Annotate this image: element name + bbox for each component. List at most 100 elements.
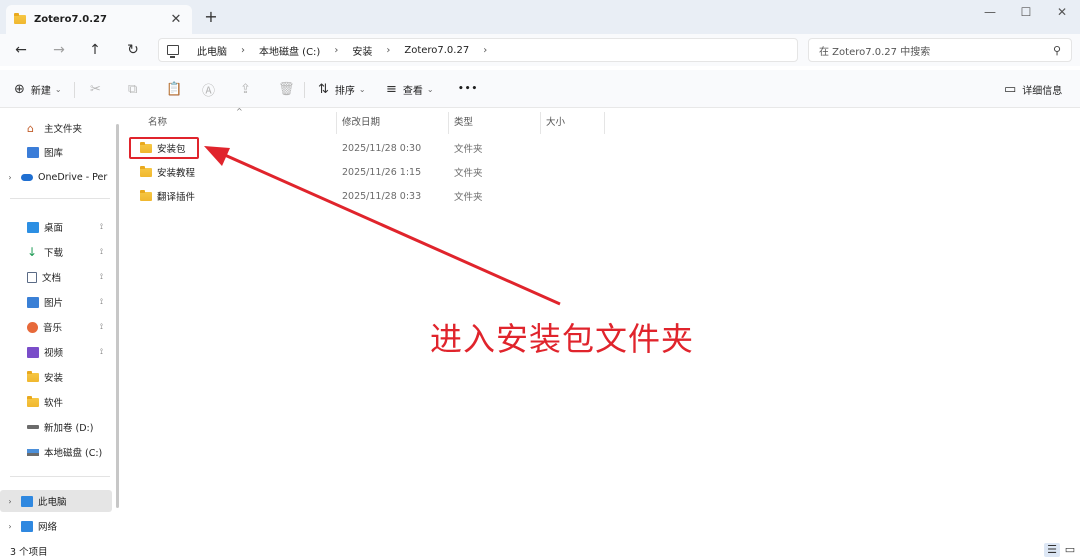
sidebar-divider [10, 476, 110, 477]
expand-chevron-icon[interactable]: › [4, 497, 16, 506]
tiles-view-button[interactable]: ▭ [1062, 543, 1078, 557]
more-icon: ••• [458, 84, 479, 94]
clipboard-icon: 📋 [166, 81, 183, 97]
tab-title: Zotero7.0.27 [34, 14, 107, 25]
sidebar-divider [10, 198, 110, 199]
breadcrumb-item[interactable]: 安装 [352, 43, 372, 58]
column-header-modified[interactable]: 修改日期 [342, 114, 380, 128]
sidebar-item-downloads[interactable]: ↓ 下载 ⟟ [0, 241, 112, 263]
video-icon [27, 346, 39, 358]
expand-chevron-icon[interactable]: › [4, 173, 16, 182]
this-pc-icon [21, 495, 33, 507]
sidebar-item-label: 文档 [42, 273, 62, 284]
search-input[interactable]: 在 Zotero7.0.27 中搜索 ⚲ [808, 38, 1072, 62]
breadcrumb[interactable]: 此电脑 › 本地磁盘 (C:) › 安装 › Zotero7.0.27 › [158, 38, 798, 62]
sidebar-item-label: 音乐 [43, 323, 63, 334]
column-divider[interactable] [604, 112, 605, 134]
details-label: 详细信息 [1022, 85, 1063, 97]
details-pane-button[interactable]: ▭ 详细信息 [1004, 80, 1062, 98]
sidebar-scrollbar[interactable] [116, 124, 119, 508]
highlight-box [129, 137, 199, 159]
sidebar-item-label: 安装 [44, 373, 64, 384]
breadcrumb-item[interactable]: 本地磁盘 (C:) [259, 43, 320, 58]
sidebar-item-gallery[interactable]: 图库 [0, 141, 112, 163]
paste-button[interactable]: 📋 [166, 80, 188, 98]
file-row[interactable]: 安装包 2025/11/28 0:30 文件夹 [130, 137, 620, 159]
refresh-button[interactable]: ↻ [122, 40, 144, 60]
sidebar-item-label: 软件 [44, 398, 64, 409]
file-name: 安装教程 [157, 168, 196, 179]
folder-icon [140, 165, 152, 177]
view-label: 查看 [402, 85, 423, 97]
sidebar-item-drive-d[interactable]: 新加卷 (D:) [0, 416, 112, 438]
pin-icon: ⟟ [100, 322, 103, 331]
sidebar-item-label: 视频 [44, 348, 64, 359]
sort-ascending-icon: ^ [236, 107, 243, 116]
column-divider[interactable] [540, 112, 541, 134]
details-view-button[interactable]: ☰ [1044, 543, 1060, 557]
maximize-button[interactable]: ☐ [1010, 0, 1042, 24]
title-bar: Zotero7.0.27 ✕ + — ☐ ✕ [0, 0, 1080, 34]
sidebar-item-videos[interactable]: 视频 ⟟ [0, 341, 112, 363]
tab-close-icon[interactable]: ✕ [168, 12, 184, 27]
up-button[interactable]: ↑ [84, 40, 106, 60]
this-pc-icon [167, 45, 179, 58]
sidebar-item-label: 主文件夹 [44, 124, 83, 135]
delete-button[interactable]: 🗑 [278, 80, 301, 98]
sort-button[interactable]: ⇅ 排序 ⌄ [318, 80, 366, 98]
tab-zotero[interactable]: Zotero7.0.27 ✕ [6, 5, 192, 34]
sidebar-item-network[interactable]: › 网络 [0, 515, 112, 537]
sidebar-item-label: OneDrive - Per [38, 171, 108, 183]
close-window-button[interactable]: ✕ [1046, 0, 1078, 24]
sidebar-item-documents[interactable]: 文档 ⟟ [0, 266, 112, 288]
sort-label: 排序 [334, 85, 355, 97]
minimize-button[interactable]: — [974, 0, 1006, 24]
back-button[interactable]: ← [10, 40, 32, 60]
sidebar-item-home[interactable]: ⌂ 主文件夹 [0, 117, 112, 139]
breadcrumb-item[interactable]: 此电脑 [197, 43, 227, 58]
sidebar-item-install[interactable]: 安装 [0, 366, 112, 388]
search-placeholder: 在 Zotero7.0.27 中搜索 [819, 46, 931, 58]
column-divider[interactable] [336, 112, 337, 134]
file-row[interactable]: 安装教程 2025/11/26 1:15 文件夹 [130, 161, 620, 183]
address-bar: ← → ↑ ↻ 此电脑 › 本地磁盘 (C:) › 安装 › Zotero7.0… [0, 34, 1080, 66]
column-divider[interactable] [448, 112, 449, 134]
file-type: 文件夹 [454, 192, 483, 203]
share-button[interactable]: ⇪ [240, 80, 257, 98]
chevron-down-icon: ⌄ [54, 84, 62, 94]
sidebar-item-onedrive[interactable]: › OneDrive - Per [0, 166, 112, 188]
cut-button[interactable]: ✂ [90, 80, 107, 98]
sidebar-item-software[interactable]: 软件 [0, 391, 112, 413]
sidebar-item-this-pc[interactable]: › 此电脑 [0, 490, 112, 512]
rename-button[interactable]: Ⓐ [202, 80, 221, 99]
new-tab-button[interactable]: + [202, 8, 220, 26]
forward-button[interactable]: → [48, 40, 70, 60]
breadcrumb-separator-icon: › [483, 44, 488, 56]
pin-icon: ⟟ [100, 272, 103, 281]
sidebar-item-desktop[interactable]: 桌面 ⟟ [0, 216, 112, 238]
search-icon: ⚲ [1052, 43, 1061, 57]
sidebar-item-drive-c[interactable]: 本地磁盘 (C:) [0, 441, 112, 463]
breadcrumb-item[interactable]: Zotero7.0.27 [404, 45, 469, 56]
expand-chevron-icon[interactable]: › [4, 522, 16, 531]
document-icon [27, 271, 37, 283]
more-options-button[interactable]: ••• [458, 80, 478, 98]
divider [304, 82, 305, 98]
copy-button[interactable]: ⧉ [128, 80, 143, 98]
new-button[interactable]: ⊕ 新建 ⌄ [14, 80, 62, 98]
drive-icon [27, 425, 39, 429]
view-button[interactable]: ≡ 查看 ⌄ [386, 80, 434, 98]
status-bar: 3 个项目 ☰ ▭ [0, 540, 1080, 560]
sidebar-item-pictures[interactable]: 图片 ⟟ [0, 291, 112, 313]
plus-circle-icon: ⊕ [14, 81, 25, 97]
column-header-type[interactable]: 类型 [454, 114, 473, 128]
folder-icon [140, 189, 152, 201]
sort-icon: ⇅ [318, 81, 329, 97]
pin-icon: ⟟ [100, 347, 103, 356]
item-count: 3 个项目 [10, 547, 48, 558]
file-row[interactable]: 翻译插件 2025/11/28 0:33 文件夹 [130, 185, 620, 207]
home-icon: ⌂ [27, 121, 34, 135]
column-header-name[interactable]: 名称 [148, 114, 167, 128]
column-header-size[interactable]: 大小 [546, 114, 565, 128]
sidebar-item-music[interactable]: 音乐 ⟟ [0, 316, 112, 338]
